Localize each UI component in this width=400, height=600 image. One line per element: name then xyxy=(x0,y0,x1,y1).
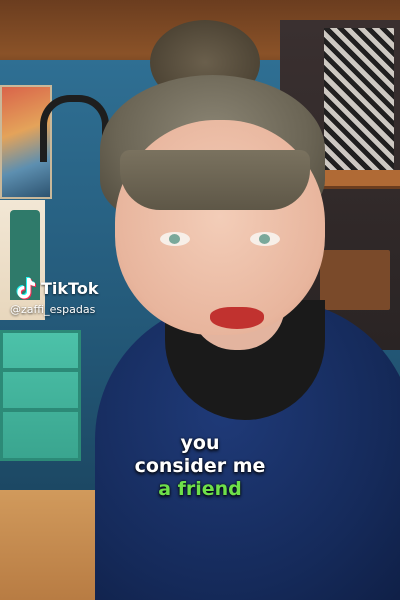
person-bangs xyxy=(120,150,310,210)
watermark-brand-row: TikTok xyxy=(14,276,98,300)
wall-poster xyxy=(324,28,394,178)
watermark-username: @zaffi_espadas xyxy=(10,303,96,316)
watermark-brand: TikTok xyxy=(41,278,99,298)
tiktok-watermark: TikTok @zaffi_espadas xyxy=(10,276,98,316)
tiktok-logo-icon xyxy=(14,276,36,300)
person-right-eye xyxy=(250,232,280,246)
cabinet xyxy=(320,250,390,310)
caption-line-3-highlighted: a friend xyxy=(158,478,242,500)
headphones xyxy=(40,95,109,162)
caption-line-1: you xyxy=(180,432,220,454)
person-mouth xyxy=(210,307,264,329)
caption-line-2: consider me xyxy=(134,455,266,477)
person-left-eye xyxy=(160,232,190,246)
caption-overlay: you consider me a friend xyxy=(0,432,400,501)
